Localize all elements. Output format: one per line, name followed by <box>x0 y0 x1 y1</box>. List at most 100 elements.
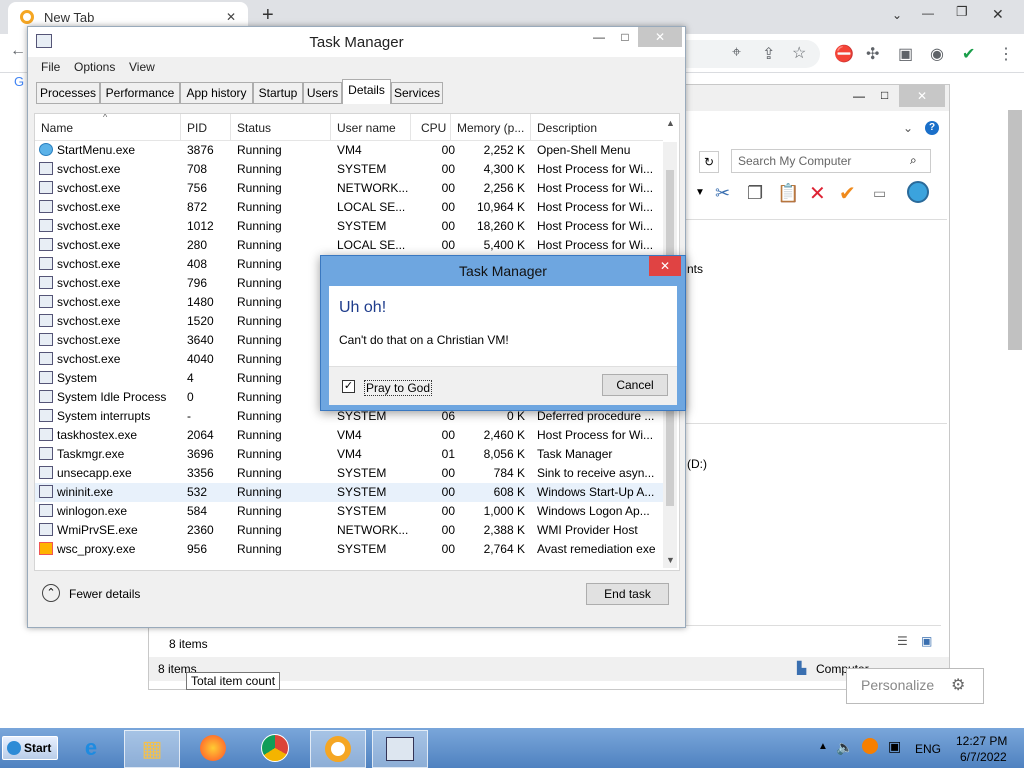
scroll-down-arrow-icon[interactable]: ▼ <box>666 555 675 565</box>
dropdown-arrow-icon[interactable]: ▼ <box>695 187 705 198</box>
clock-time[interactable]: 12:27 PM <box>956 734 1007 748</box>
table-row[interactable]: wsc_proxy.exe 956 Running SYSTEM 00 2,764 K Av… <box>35 540 663 559</box>
paste-clipboard-icon[interactable]: 📋 <box>777 183 799 204</box>
table-row[interactable]: svchost.exe 708 Running SYSTEM 00 4,300 K Host… <box>35 160 663 179</box>
column-header-description[interactable]: Description <box>531 114 663 140</box>
tm-minimize-button[interactable]: — <box>586 27 612 47</box>
explorer-help-icon[interactable]: ? <box>925 121 939 135</box>
explorer-close-button[interactable]: ✕ <box>899 85 945 107</box>
shield-extension-icon[interactable]: ✔ <box>962 44 975 64</box>
chrome-tab-search-icon[interactable]: ⌄ <box>892 8 902 22</box>
tab-details[interactable]: Details <box>342 79 391 104</box>
tooltip-total-item-count: Total item count <box>186 672 281 690</box>
menu-options[interactable]: Options <box>74 60 115 74</box>
table-row[interactable]: unsecapp.exe 3356 Running SYSTEM 00 784 K Sink… <box>35 464 663 483</box>
side-panel-icon[interactable]: ▣ <box>898 44 913 64</box>
tm-maximize-button[interactable]: □ <box>612 27 638 47</box>
new-tab-button[interactable]: + <box>262 4 274 27</box>
profile-avatar-icon[interactable]: ◉ <box>930 44 944 64</box>
adblock-extension-icon[interactable]: ⛔ <box>834 44 854 64</box>
column-header-name[interactable]: Name <box>35 114 181 140</box>
volume-muted-icon[interactable]: 🔈 <box>836 739 853 756</box>
chrome-close-button[interactable]: ✕ <box>992 6 1004 23</box>
table-row[interactable]: Taskmgr.exe 3696 Running VM4 01 8,056 K Task M… <box>35 445 663 464</box>
taskbar-ie-button[interactable]: e <box>64 730 118 766</box>
tab-performance[interactable]: Performance <box>100 82 180 104</box>
menu-file[interactable]: File <box>41 60 60 74</box>
tile-view-icon[interactable]: ▣ <box>921 634 932 648</box>
taskbar-chromium-button[interactable] <box>310 730 366 768</box>
dialog-cancel-button[interactable]: Cancel <box>602 374 668 396</box>
chrome-scrollbar[interactable] <box>1008 110 1022 350</box>
taskbar-chrome-button[interactable] <box>248 730 302 766</box>
back-arrow-icon[interactable]: ← <box>10 42 26 60</box>
folder-icon: ▦ <box>141 736 163 761</box>
menu-view[interactable]: View <box>129 60 155 74</box>
share-icon[interactable]: ⇪ <box>762 44 775 64</box>
table-row[interactable]: svchost.exe 872 Running LOCAL SE... 00 10,964… <box>35 198 663 217</box>
column-header-pid[interactable]: PID <box>181 114 231 140</box>
extensions-puzzle-icon[interactable]: ✣ <box>866 44 879 64</box>
table-row[interactable]: svchost.exe 280 Running LOCAL SE... 00 5,400 … <box>35 236 663 255</box>
explorer-search-box[interactable]: Search My Computer ⌕ <box>731 149 931 173</box>
cut-scissors-icon[interactable]: ✂ <box>715 183 730 204</box>
cell-mem: 10,964 K <box>476 200 525 214</box>
cell-desc: Host Process for Wi... <box>537 181 654 195</box>
tab-processes[interactable]: Processes <box>36 82 100 104</box>
language-indicator[interactable]: ENG <box>915 742 941 756</box>
tab-users[interactable]: Users <box>303 82 342 104</box>
fewer-details-button[interactable]: ⌃ Fewer details <box>42 584 152 606</box>
explorer-maximize-button[interactable]: □ <box>881 88 888 102</box>
bookmark-star-icon[interactable]: ☆ <box>792 43 806 63</box>
column-header-username[interactable]: User name <box>331 114 411 140</box>
properties-icon[interactable]: ▭ <box>873 185 886 202</box>
dialog-close-button[interactable]: ✕ <box>649 256 681 276</box>
cell-status: Running <box>237 257 282 271</box>
show-hidden-icons-icon[interactable]: ▲ <box>818 741 828 752</box>
explorer-minimize-button[interactable]: — <box>853 89 865 103</box>
cell-user: SYSTEM <box>337 162 387 176</box>
table-row[interactable]: taskhostex.exe 2064 Running VM4 00 2,460 K Hos… <box>35 426 663 445</box>
table-row[interactable]: wininit.exe 532 Running SYSTEM 00 608 K Window… <box>35 483 663 502</box>
chrome-menu-icon[interactable]: ⋮ <box>998 44 1014 64</box>
drive-d-label[interactable]: (D:) <box>687 457 707 471</box>
pray-checkbox-label[interactable]: Pray to God <box>364 380 433 396</box>
table-row[interactable]: svchost.exe 756 Running NETWORK... 00 2,256 K… <box>35 179 663 198</box>
taskbar-explorer-button[interactable]: ▦ <box>124 730 180 768</box>
taskbar-firefox-button[interactable] <box>186 730 240 766</box>
delete-x-icon[interactable]: ✕ <box>809 181 826 206</box>
task-manager-icon <box>386 737 414 761</box>
globe-icon[interactable] <box>907 181 929 203</box>
tm-close-button[interactable]: ✕ <box>638 27 682 47</box>
end-task-button[interactable]: End task <box>586 583 669 605</box>
tab-startup[interactable]: Startup <box>253 82 303 104</box>
chrome-tab-close-icon[interactable]: ✕ <box>226 10 236 24</box>
cell-mem: 2,388 K <box>483 523 525 537</box>
personalize-button[interactable]: Personalize ⚙ <box>846 668 984 704</box>
chrome-minimize-button[interactable]: — <box>922 6 934 20</box>
avast-tray-icon[interactable] <box>862 738 878 754</box>
list-view-icon[interactable]: ☰ <box>897 634 908 648</box>
clock-date[interactable]: 6/7/2022 <box>960 750 1007 764</box>
copy-icon[interactable]: ❐ <box>747 183 763 204</box>
pray-checkbox[interactable]: ✓ <box>342 380 355 393</box>
start-button[interactable]: Start <box>2 736 58 760</box>
scroll-up-arrow-icon[interactable]: ▲ <box>666 118 675 128</box>
table-row[interactable]: WmiPrvSE.exe 2360 Running NETWORK... 00 2,388… <box>35 521 663 540</box>
cell-user: SYSTEM <box>337 485 387 499</box>
explorer-refresh-icon[interactable]: ↻ <box>699 151 719 173</box>
location-pin-icon[interactable]: ⌖ <box>732 44 741 62</box>
taskbar-taskmgr-button[interactable] <box>372 730 428 768</box>
column-header-memory[interactable]: Memory (p... <box>451 114 531 140</box>
tab-services[interactable]: Services <box>391 82 443 104</box>
checkmark-icon[interactable]: ✔ <box>839 181 856 206</box>
tab-app-history[interactable]: App history <box>180 82 253 104</box>
network-icon[interactable]: ▣ <box>888 738 901 755</box>
table-row[interactable]: winlogon.exe 584 Running SYSTEM 00 1,000 K Win… <box>35 502 663 521</box>
chrome-restore-button[interactable]: ❐ <box>956 4 968 20</box>
column-header-status[interactable]: Status <box>231 114 331 140</box>
table-row[interactable]: svchost.exe 1012 Running SYSTEM 00 18,260 K Ho… <box>35 217 663 236</box>
column-header-cpu[interactable]: CPU <box>411 114 451 140</box>
table-row[interactable]: StartMenu.exe 3876 Running VM4 00 2,252 K Open… <box>35 141 663 160</box>
explorer-expand-chevron-icon[interactable]: ⌄ <box>903 121 913 135</box>
